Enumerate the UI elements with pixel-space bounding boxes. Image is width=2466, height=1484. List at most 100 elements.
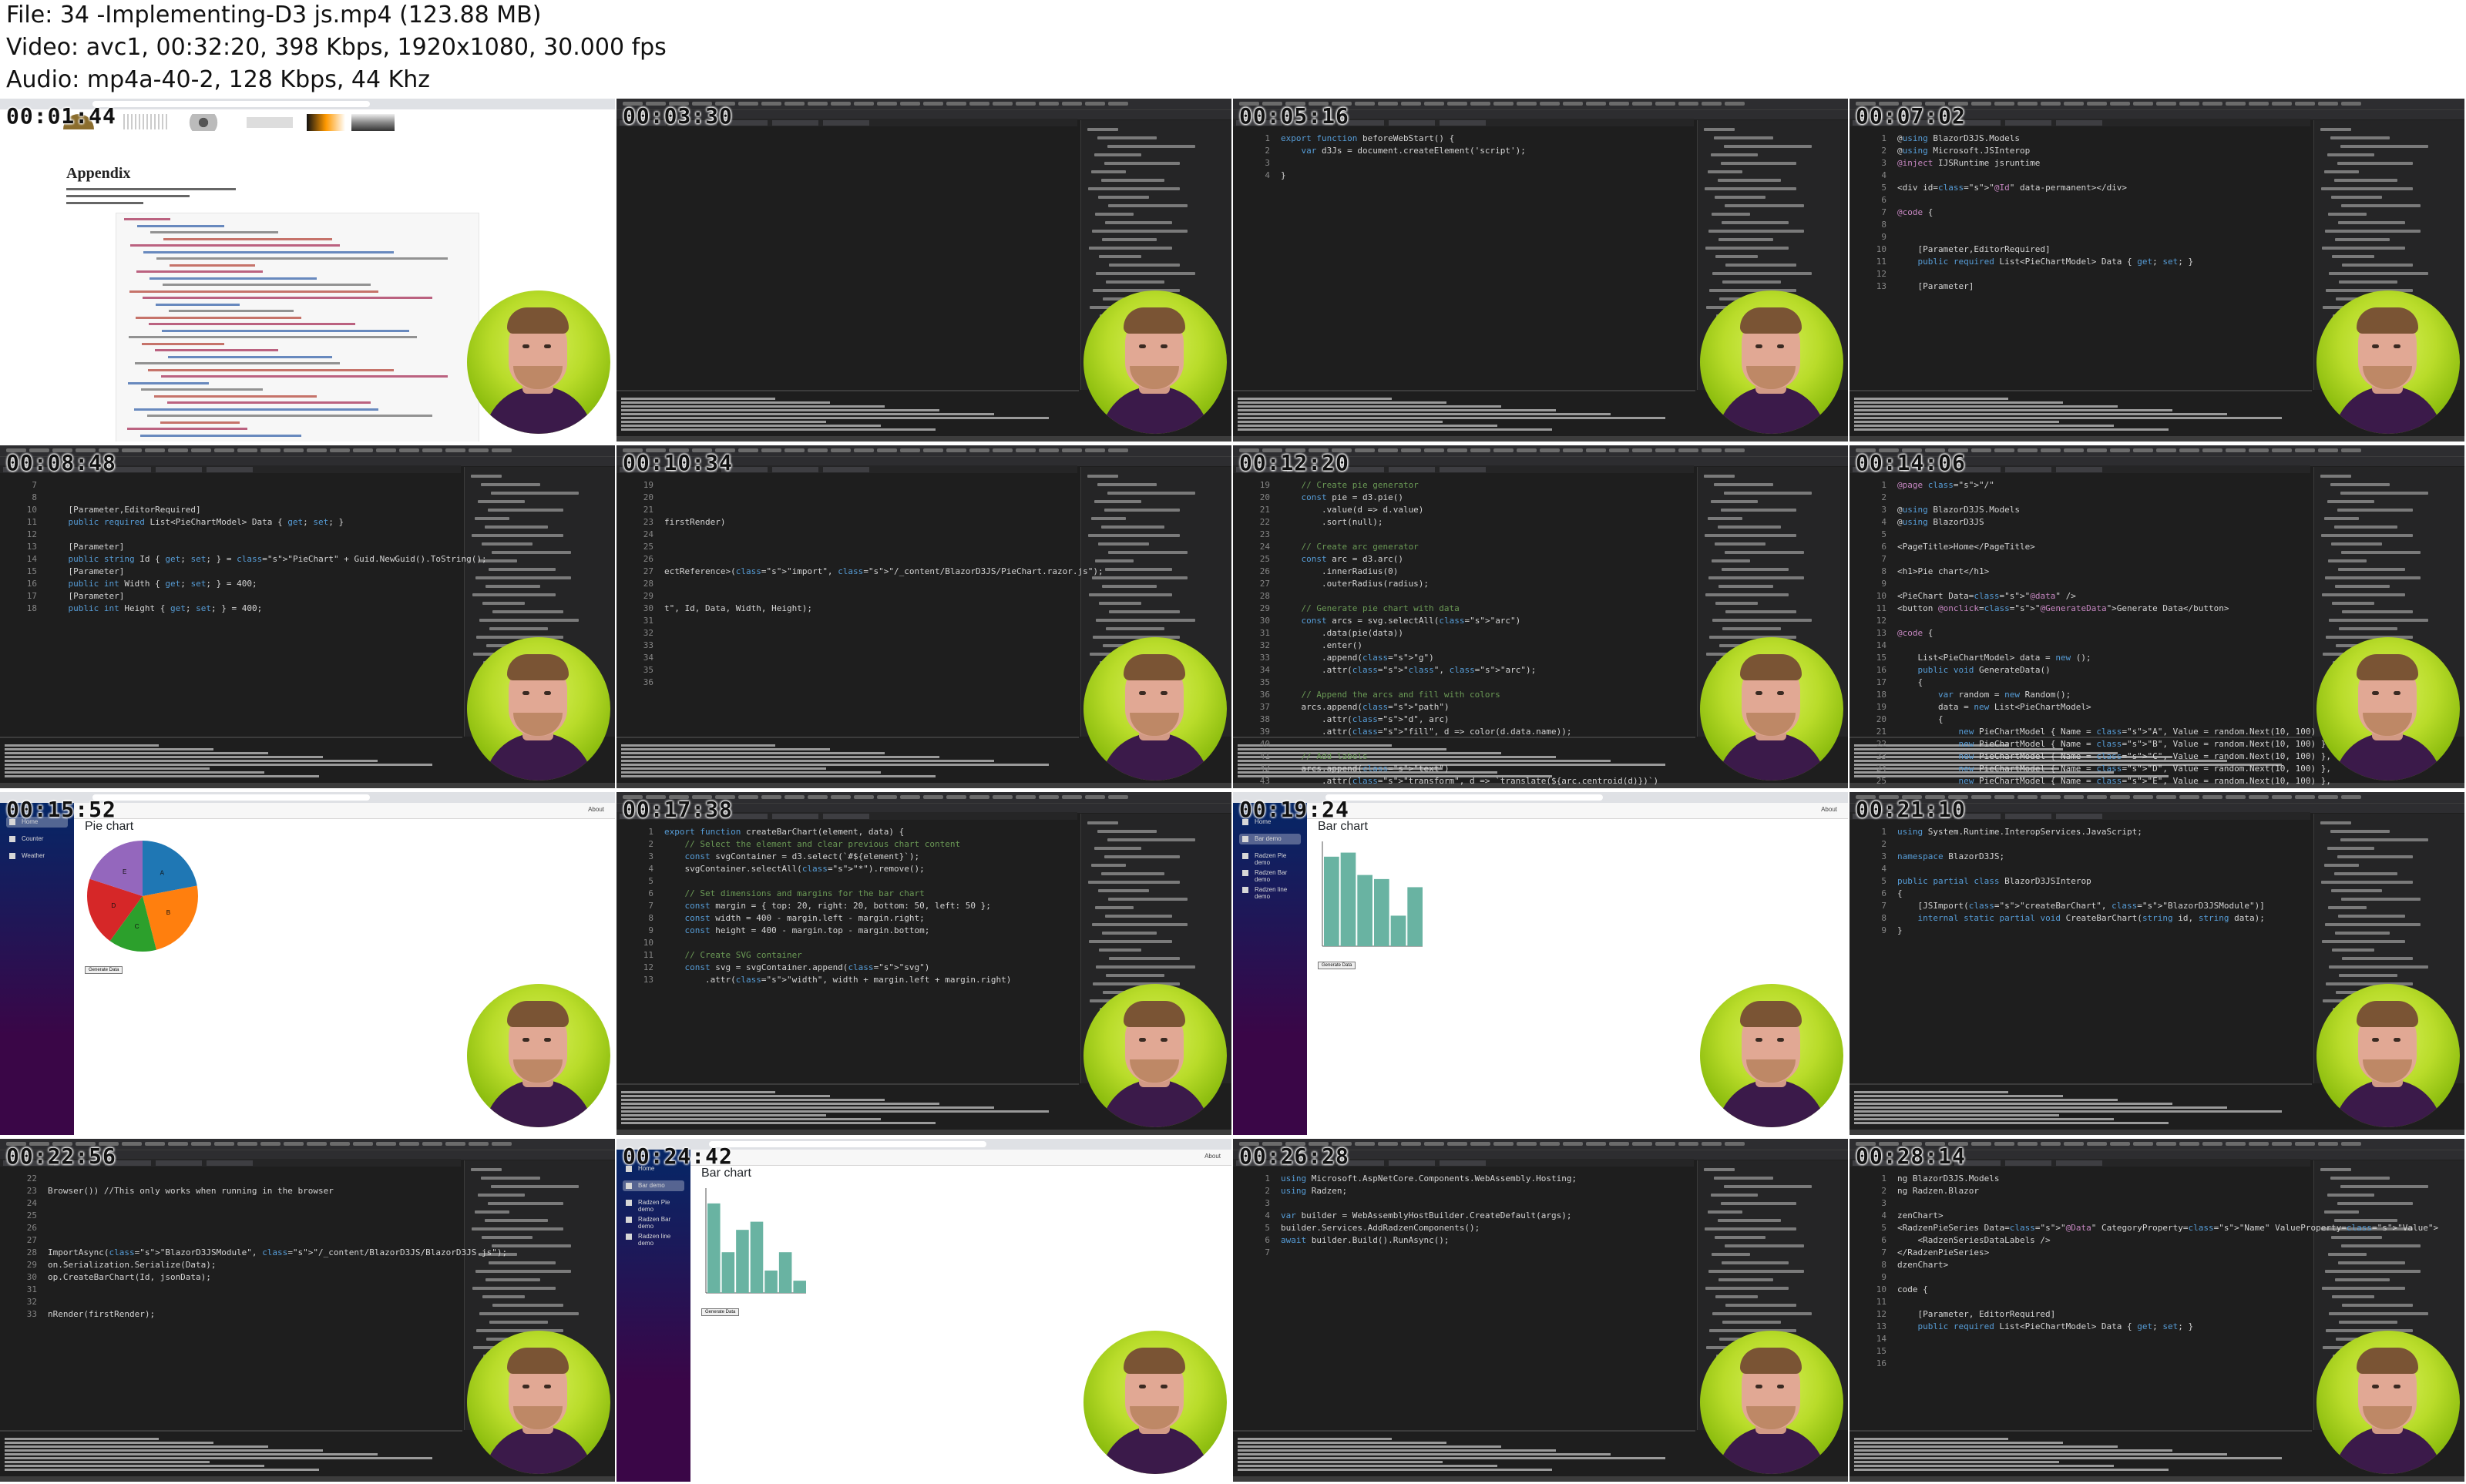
code-text: using Radzen; bbox=[1281, 1186, 1348, 1196]
code-editor[interactable]: 19 20 21 23 firstRender) 24 25 26 27 ectReference… bbox=[616, 473, 1104, 735]
code-text: [JSImport(class="s">"createBarChart", cl… bbox=[1897, 901, 2265, 911]
code-line: 12 [Parameter, EditorRequired] bbox=[1876, 1309, 2056, 1319]
code-editor[interactable]: 1 ng BlazorD3JS.Models 2 ng Radzen.Blazor 3 4… bbox=[1850, 1167, 2438, 1429]
nav-icon bbox=[1242, 870, 1248, 876]
code-line: 3 bbox=[1881, 1198, 1886, 1208]
nav-item[interactable]: Radzen Pie demo bbox=[1239, 851, 1301, 866]
code-editor[interactable] bbox=[616, 126, 1079, 388]
code-line: 34 bbox=[643, 653, 653, 663]
nav-item[interactable]: Radzen Bar demo bbox=[623, 1214, 684, 1230]
audio-info-line: Audio: mp4a-40-2, 128 Kbps, 44 Khz bbox=[6, 66, 431, 93]
code-line: 8 <h1>Pie chart</h1> bbox=[1881, 566, 1990, 576]
bar bbox=[764, 1270, 778, 1293]
code-line: 2 var d3Js = document.createElement('scr… bbox=[1265, 146, 1526, 156]
code-line: 27 bbox=[26, 1235, 37, 1245]
code-editor[interactable]: 19 // Create pie generator 20 const pie =… bbox=[1233, 473, 1695, 786]
code-line: 24 new PieChartModel { Name = class="s">… bbox=[1876, 764, 2331, 774]
gallery-thumb bbox=[182, 114, 225, 131]
address-bar[interactable] bbox=[92, 101, 370, 107]
code-text: t", Id, Data, Width, Height); bbox=[664, 603, 813, 613]
address-bar[interactable] bbox=[1325, 794, 1603, 801]
code-line: 3 namespace BlazorD3JS; bbox=[1881, 851, 2005, 861]
code-text: <RadzenSeriesDataLabels /> bbox=[1897, 1235, 2051, 1245]
code-line: 32 bbox=[26, 1297, 37, 1307]
code-editor[interactable]: 1 using Microsoft.AspNetCore.Components.W… bbox=[1233, 1167, 1695, 1429]
code-text: @inject IJSRuntime jsruntime bbox=[1897, 158, 2041, 168]
about-link[interactable]: About bbox=[1821, 806, 1837, 813]
code-text: const arc = d3.arc() bbox=[1301, 554, 1403, 564]
code-editor[interactable]: 1 @using BlazorD3JS.Models 2 @using Microso… bbox=[1850, 126, 2312, 388]
code-line: 33 nRender(firstRender); bbox=[26, 1309, 156, 1319]
code-text: { bbox=[1897, 714, 1944, 724]
code-line: 26 .innerRadius(0) bbox=[1259, 566, 1399, 576]
code-text: .attr(class="s">"transform", d => `trans… bbox=[1281, 776, 1659, 786]
code-editor[interactable]: 1 export function createBarChart(element,… bbox=[616, 820, 1079, 1082]
code-line: 8 internal static partial void CreateBar… bbox=[1881, 913, 2265, 923]
code-text: data = new List<PieChartModel> bbox=[1897, 702, 2091, 712]
nav-icon bbox=[626, 1234, 632, 1240]
code-line: 30 const arcs = svg.selectAll(class="s">… bbox=[1259, 616, 1521, 626]
generate-data-button[interactable]: Generate Data bbox=[701, 1308, 740, 1316]
top-row: About bbox=[74, 803, 615, 819]
generate-data-button[interactable]: Generate Data bbox=[85, 966, 123, 974]
ide-status-bar bbox=[1233, 1476, 1848, 1482]
bar bbox=[1390, 915, 1406, 946]
output-pane bbox=[1850, 1083, 2312, 1131]
code-text: .attr(class="s">"fill", d => color(d.dat… bbox=[1281, 727, 1572, 737]
about-link[interactable]: About bbox=[588, 806, 604, 813]
code-editor[interactable]: 1 @page class="s">"/" 2 3 @using BlazorD3JS.… bbox=[1850, 473, 2331, 786]
nav-item[interactable]: Counter bbox=[6, 834, 68, 844]
code-text: // Set dimensions and margins for the ba… bbox=[664, 888, 925, 898]
code-line: 2 bbox=[1881, 492, 1886, 502]
nav-item[interactable]: Radzen Pie demo bbox=[623, 1197, 684, 1213]
nav-item[interactable]: Bar demo bbox=[623, 1180, 684, 1191]
paragraph-line bbox=[66, 188, 236, 190]
address-bar[interactable] bbox=[92, 794, 370, 801]
bar bbox=[707, 1203, 721, 1293]
address-bar[interactable] bbox=[709, 1141, 986, 1147]
code-line: 10 <PieChart Data=class="s">"@data" /> bbox=[1876, 591, 2076, 601]
nav-item[interactable]: Radzen line demo bbox=[623, 1231, 684, 1247]
nav-item[interactable]: Radzen Bar demo bbox=[1239, 868, 1301, 883]
code-line: 36 bbox=[643, 677, 653, 687]
code-text: // Create pie generator bbox=[1281, 480, 1419, 490]
code-line: 23 firstRender) bbox=[643, 517, 726, 527]
ide-status-bar bbox=[616, 1130, 1231, 1135]
code-text: .attr(class="s">"d", arc) bbox=[1281, 714, 1450, 724]
code-text: <RadzenPieSeries Data=class="s">"@Data" … bbox=[1897, 1223, 2439, 1233]
webcam-overlay bbox=[2316, 637, 2460, 781]
code-line: 13 @code { bbox=[1876, 628, 1933, 638]
code-editor[interactable]: 22 23 Browser()) //This only works when ru… bbox=[0, 1167, 507, 1429]
code-text: // Add labels bbox=[1281, 751, 1368, 761]
pie-slice-label: D bbox=[111, 902, 116, 909]
code-text: arcs.append(class="s">"path") bbox=[1281, 702, 1450, 712]
nav-item[interactable]: Weather bbox=[6, 851, 68, 861]
code-line: 4 zenChart> bbox=[1881, 1210, 1944, 1220]
code-text: await builder.Build().RunAsync(); bbox=[1281, 1235, 1450, 1245]
code-line: 39 .attr(class="s">"fill", d => color(d.… bbox=[1259, 727, 1572, 737]
ide-status-bar bbox=[0, 783, 615, 788]
code-text: <PageTitle>Home</PageTitle> bbox=[1897, 542, 2035, 552]
code-line: 22 new PieChartModel { Name = class="s">… bbox=[1876, 739, 2331, 749]
code-line: 35 bbox=[1259, 677, 1270, 687]
webcam-overlay bbox=[2316, 1331, 2460, 1474]
code-text: <button @onclick=class="s">"@GenerateDat… bbox=[1897, 603, 2229, 613]
about-link[interactable]: About bbox=[1204, 1153, 1221, 1160]
code-line: 4 bbox=[1881, 864, 1886, 874]
webcam-overlay bbox=[1700, 1331, 1843, 1474]
bar bbox=[778, 1252, 792, 1293]
code-line: 42 arcs.append(class="s">"text") bbox=[1259, 764, 1450, 774]
webcam-overlay bbox=[467, 984, 610, 1127]
generate-data-button[interactable]: Generate Data bbox=[1318, 962, 1356, 969]
code-line: 35 bbox=[643, 665, 653, 675]
code-editor[interactable]: 7 8 10 [Parameter,EditorRequired] 11 public… bbox=[0, 473, 487, 735]
output-pane bbox=[1233, 1430, 1695, 1478]
bar bbox=[1324, 856, 1339, 946]
code-text: builder.Services.AddRadzenComponents(); bbox=[1281, 1223, 1480, 1233]
nav-item[interactable]: Bar demo bbox=[1239, 834, 1301, 844]
code-text: public required List<PieChartModel> Data… bbox=[68, 517, 344, 527]
code-line: 22 .sort(null); bbox=[1259, 517, 1383, 527]
nav-item[interactable]: Radzen line demo bbox=[1239, 885, 1301, 900]
code-editor[interactable]: 1 using System.Runtime.InteropServices.Ja… bbox=[1850, 820, 2312, 1082]
code-editor[interactable]: 1 export function beforeWebStart() {2 var… bbox=[1233, 126, 1695, 388]
